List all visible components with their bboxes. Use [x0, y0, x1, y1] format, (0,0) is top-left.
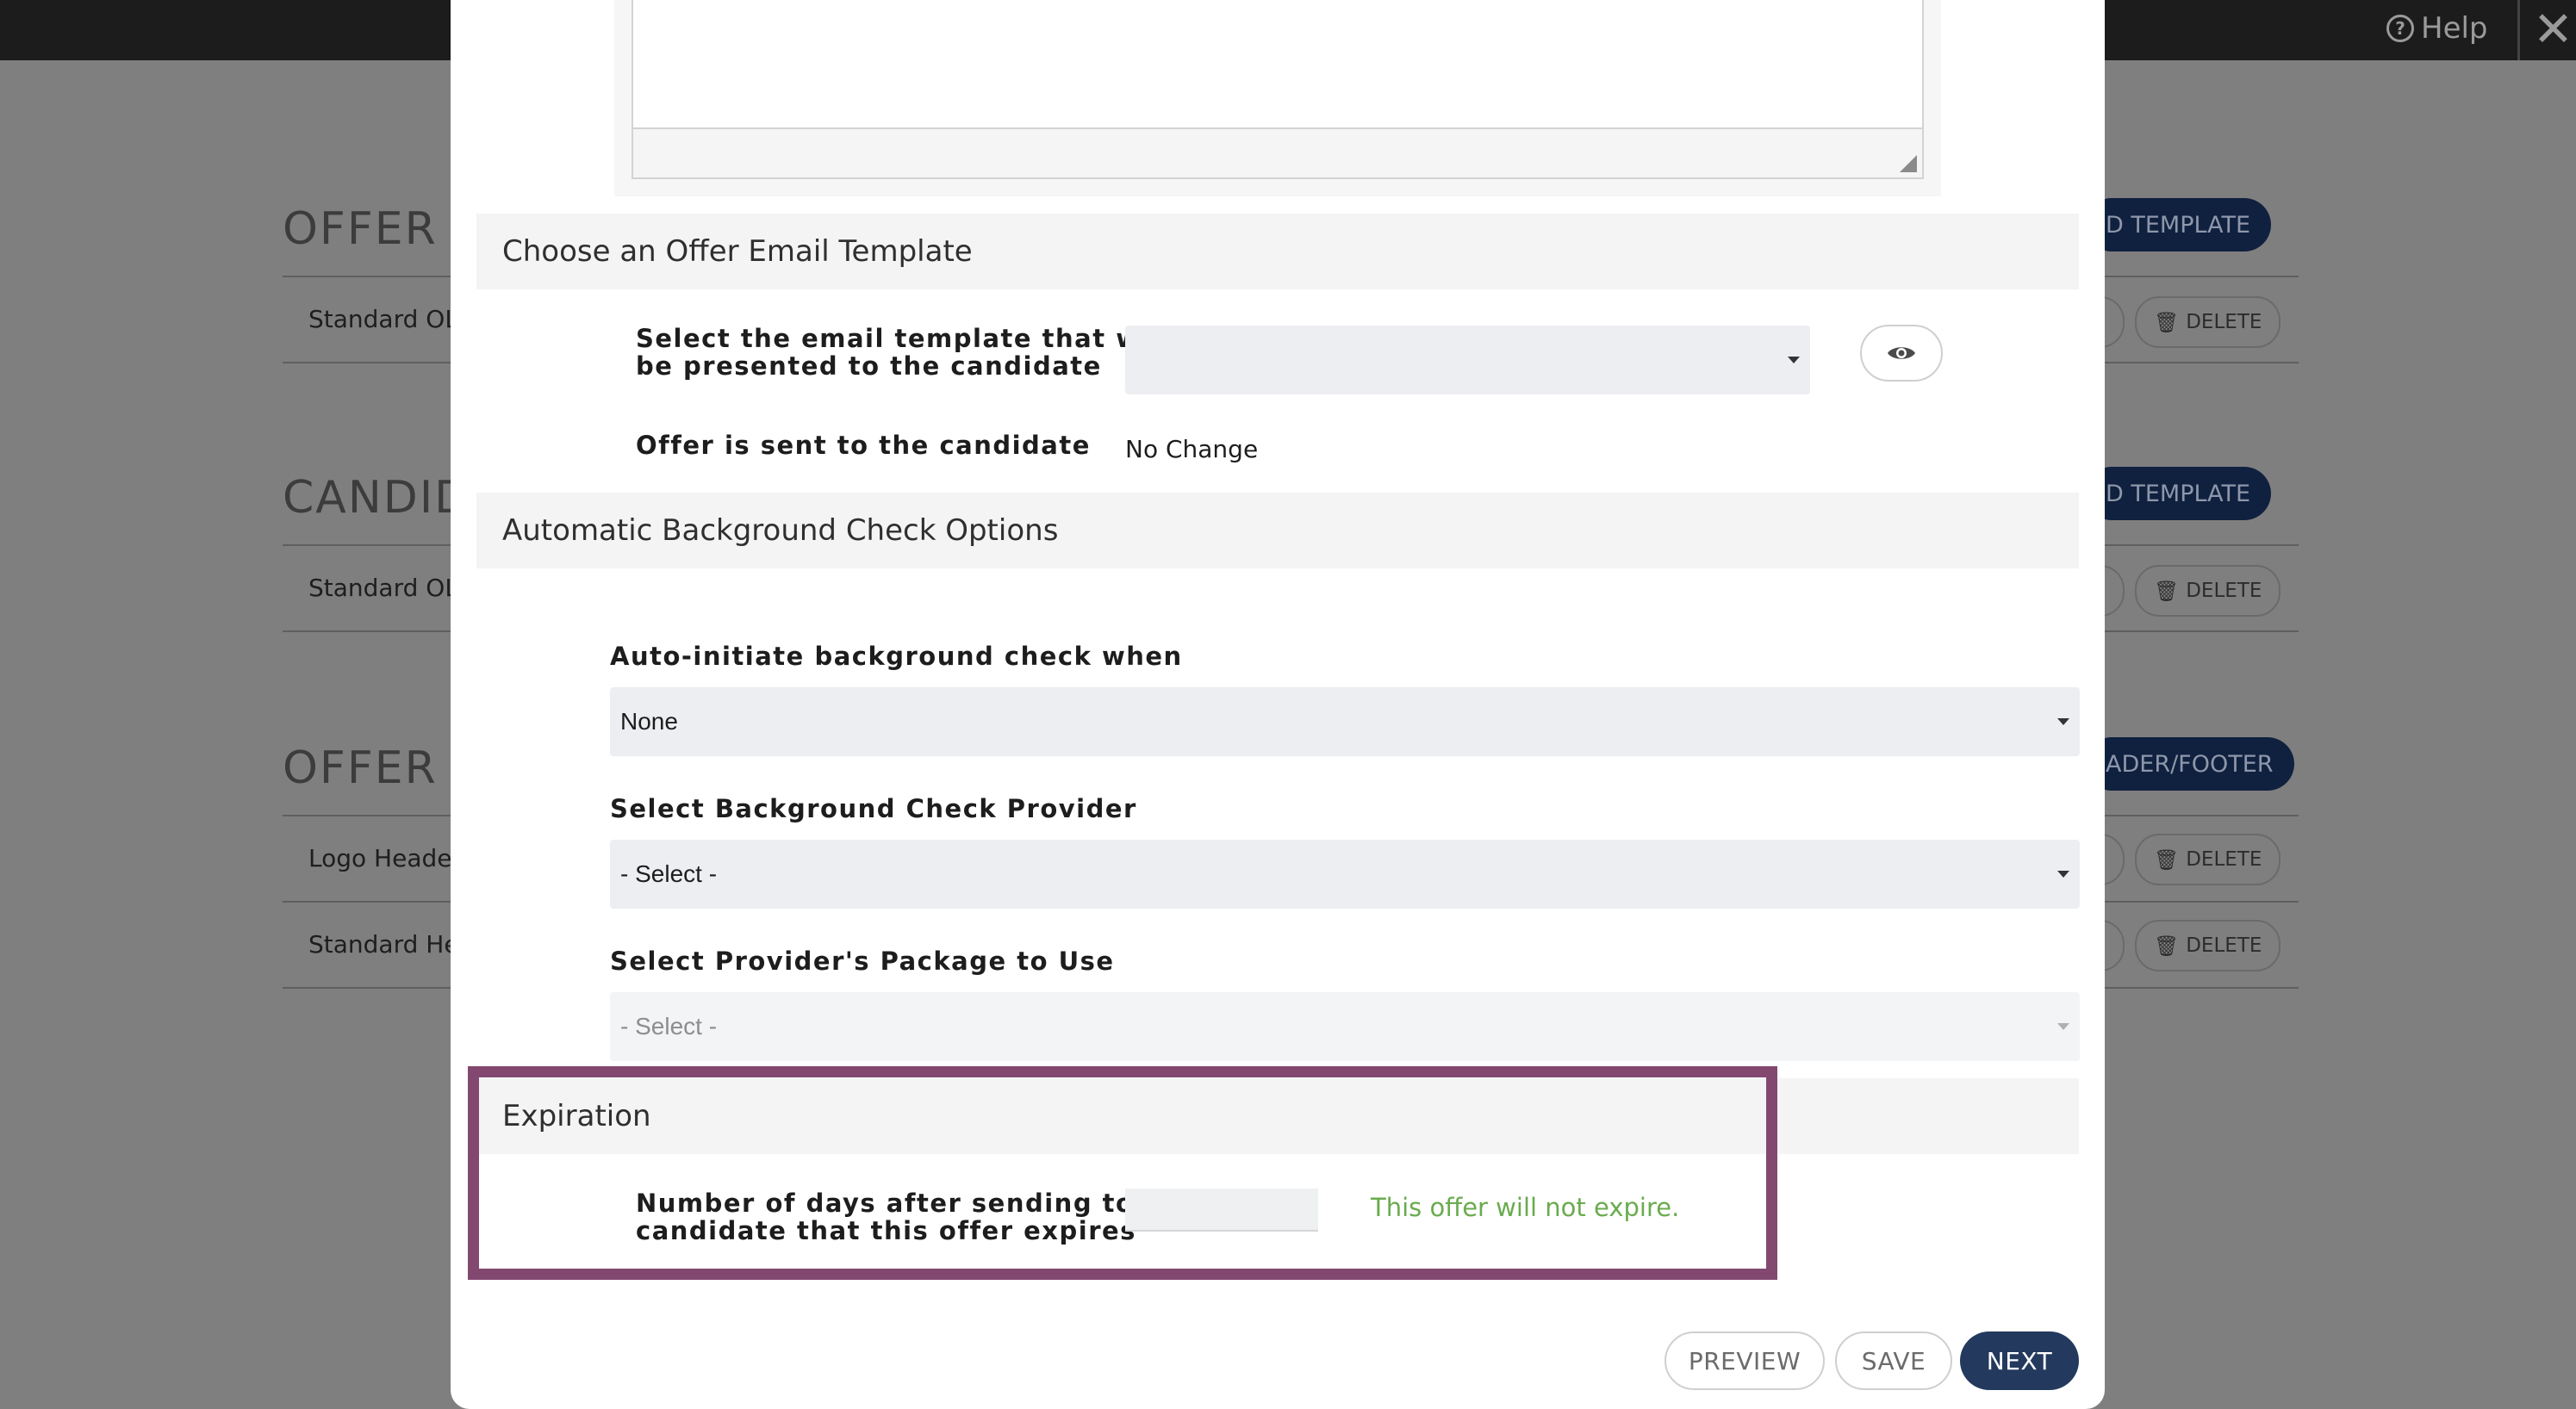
list-item: Standard OL: [308, 574, 458, 602]
delete-label: DELETE: [2186, 848, 2262, 871]
preview-button[interactable]: PREVIEW: [1664, 1331, 1825, 1390]
provider-select[interactable]: - Select -: [610, 840, 2080, 909]
save-button-label: SAVE: [1861, 1346, 1926, 1375]
help-link[interactable]: ? Help: [2386, 7, 2488, 50]
section-title: Choose an Offer Email Template: [502, 234, 973, 269]
add-template-button[interactable]: D TEMPLATE: [2085, 198, 2272, 251]
list-item: Standard OL: [308, 305, 458, 333]
expiration-highlight-box: [468, 1066, 1777, 1280]
auto-initiate-label: Auto-initiate background check when: [610, 642, 1183, 671]
close-icon[interactable]: ✕: [2533, 2, 2573, 58]
button-label: D TEMPLATE: [2106, 211, 2251, 239]
package-select[interactable]: - Select -: [610, 992, 2080, 1061]
offer-sent-label: Offer is sent to the candidate: [636, 431, 1091, 460]
offer-sent-value: No Change: [1125, 435, 1259, 463]
button-label: D TEMPLATE: [2106, 480, 2251, 507]
chevron-down-icon: [1788, 357, 1800, 363]
button-label: ADER/FOOTER: [2106, 750, 2274, 778]
help-label: Help: [2421, 11, 2488, 46]
section-title: Automatic Background Check Options: [502, 513, 1059, 548]
package-value: - Select -: [620, 1013, 718, 1040]
chevron-down-icon: [2057, 718, 2069, 725]
chevron-down-icon: [2057, 1023, 2069, 1030]
trash-icon: 🗑: [2154, 934, 2180, 958]
delete-label: DELETE: [2186, 311, 2262, 333]
email-template-select[interactable]: [1125, 326, 1810, 394]
auto-initiate-value: None: [620, 708, 678, 735]
delete-label: DELETE: [2186, 934, 2262, 957]
preview-button-label: PREVIEW: [1688, 1346, 1801, 1375]
preview-template-button[interactable]: [1860, 325, 1943, 382]
add-header-footer-button[interactable]: ADER/FOOTER: [2085, 737, 2294, 791]
editor-statusbar: [633, 127, 1922, 177]
list-item: Standard He: [308, 930, 459, 959]
auto-initiate-select[interactable]: None: [610, 687, 2080, 756]
delete-label: DELETE: [2186, 580, 2262, 602]
delete-button[interactable]: 🗑 DELETE: [2135, 565, 2281, 617]
trash-icon: 🗑: [2154, 311, 2180, 334]
eye-icon: [1888, 347, 1915, 359]
rich-text-editor-wrapper: [614, 0, 1941, 196]
delete-button[interactable]: 🗑 DELETE: [2135, 296, 2281, 348]
resize-handle-icon[interactable]: [1900, 155, 1917, 172]
background-check-section-header: Automatic Background Check Options: [476, 493, 2079, 568]
delete-button[interactable]: 🗑 DELETE: [2135, 920, 2281, 971]
add-template-button[interactable]: D TEMPLATE: [2085, 467, 2272, 520]
delete-button[interactable]: 🗑 DELETE: [2135, 834, 2281, 885]
rich-text-editor[interactable]: [632, 0, 1924, 179]
chevron-down-icon: [2057, 871, 2069, 878]
topbar-divider: [2517, 0, 2520, 60]
package-label: Select Provider's Package to Use: [610, 947, 1115, 976]
provider-value: - Select -: [620, 860, 718, 887]
email-template-section-header: Choose an Offer Email Template: [476, 214, 2079, 289]
next-button[interactable]: NEXT: [1960, 1331, 2079, 1390]
help-icon: ?: [2386, 15, 2414, 42]
provider-label: Select Background Check Provider: [610, 794, 1137, 823]
trash-icon: 🗑: [2154, 580, 2180, 603]
list-item: Logo Header: [308, 844, 462, 872]
next-button-label: NEXT: [1986, 1346, 2053, 1375]
email-template-label: Select the email template that will be p…: [636, 324, 1170, 381]
save-button[interactable]: SAVE: [1835, 1331, 1952, 1390]
trash-icon: 🗑: [2154, 848, 2180, 872]
